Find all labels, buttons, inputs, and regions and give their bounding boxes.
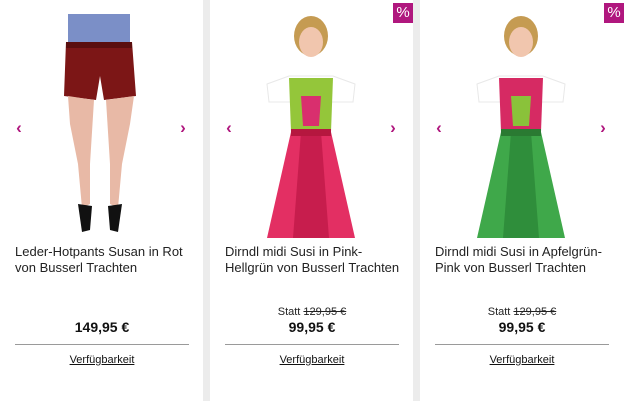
chevron-left-icon[interactable]: ‹ (223, 119, 235, 136)
old-price-2: 129,95 € (303, 306, 347, 318)
product-image-2[interactable] (249, 14, 375, 238)
chevron-right-icon[interactable]: › (387, 119, 399, 136)
old-price-line-3: Statt 129,95 € (435, 305, 609, 319)
product-image-3[interactable] (459, 14, 585, 238)
chevron-right-icon[interactable]: › (177, 119, 189, 136)
chevron-left-icon[interactable]: ‹ (433, 119, 445, 136)
availability-link-3[interactable]: Verfügbarkeit (435, 354, 609, 366)
price-block-2: Statt 129,95 € 99,95 € (225, 305, 399, 335)
hotpants-model-image (38, 14, 164, 238)
old-price-line-2: Statt 129,95 € (225, 305, 399, 319)
divider-1 (15, 344, 189, 345)
product-title-1[interactable]: Leder-Hotpants Susan in Rot von Busserl … (15, 244, 190, 276)
product-card-1[interactable]: ‹ › Leder-Hotpants Susan in Rot von Buss… (0, 0, 203, 401)
chevron-left-icon[interactable]: ‹ (13, 119, 25, 136)
dirndl-pink-green-model-image (249, 14, 375, 238)
old-price-line-1 (15, 305, 189, 319)
price-block-1: 149,95 € (15, 305, 189, 335)
availability-link-2[interactable]: Verfügbarkeit (225, 354, 399, 366)
sale-badge-2: % (393, 3, 413, 23)
chevron-right-icon[interactable]: › (597, 119, 609, 136)
product-card-3[interactable]: % ‹ › Dirndl midi Susi in Apfelgrün-Pink… (420, 0, 628, 401)
availability-link-1[interactable]: Verfügbarkeit (15, 354, 189, 366)
old-price-prefix-3: Statt (487, 306, 511, 318)
price-3: 99,95 € (498, 319, 546, 335)
old-price-3: 129,95 € (513, 306, 557, 318)
price-block-3: Statt 129,95 € 99,95 € (435, 305, 609, 335)
price-2: 99,95 € (288, 319, 336, 335)
product-title-2[interactable]: Dirndl midi Susi in Pink-Hellgrün von Bu… (225, 244, 405, 276)
product-title-3[interactable]: Dirndl midi Susi in Apfelgrün-Pink von B… (435, 244, 617, 276)
divider-2 (225, 344, 399, 345)
price-1: 149,95 € (74, 319, 130, 335)
dirndl-green-pink-model-image (459, 14, 585, 238)
divider-3 (435, 344, 609, 345)
product-image-1[interactable] (38, 14, 164, 238)
old-price-prefix-2: Statt (277, 306, 301, 318)
sale-badge-3: % (604, 3, 624, 23)
product-card-2[interactable]: % ‹ › Dirndl midi Susi in Pink-Hellgrün … (210, 0, 413, 401)
